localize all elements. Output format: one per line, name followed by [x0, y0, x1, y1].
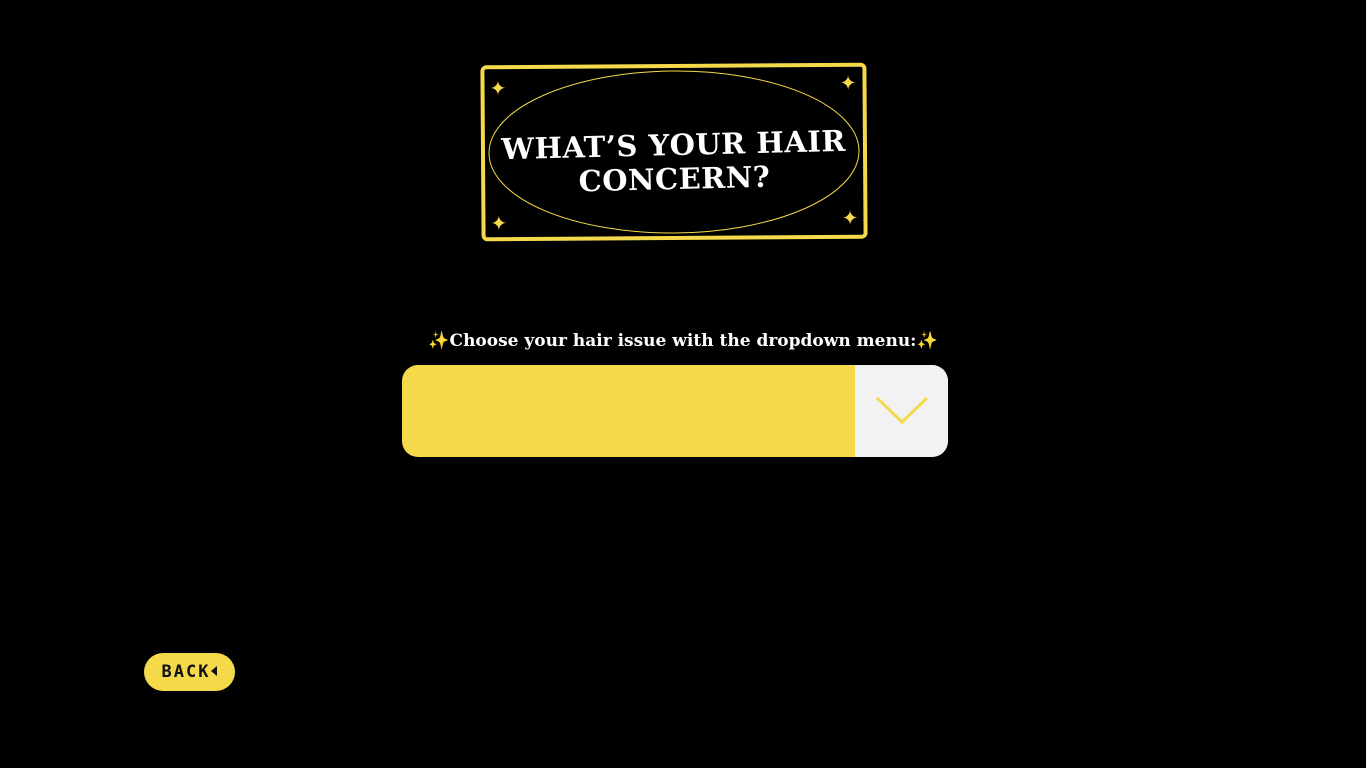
dropdown-toggle[interactable]: [855, 365, 948, 457]
chevron-down-icon: [875, 396, 928, 425]
hair-issue-dropdown[interactable]: [402, 365, 948, 457]
sparkles-icon: ✨: [428, 331, 450, 351]
sparkle-icon: ✦: [489, 76, 507, 101]
sparkle-icon: ✦: [841, 205, 859, 230]
dropdown-prompt: ✨Choose your hair issue with the dropdow…: [0, 329, 1366, 353]
dropdown-prompt-text: Choose your hair issue with the dropdown…: [449, 331, 917, 351]
sparkle-icon: ✦: [839, 70, 857, 95]
back-button[interactable]: BACK: [144, 653, 235, 691]
back-button-label: BACK: [161, 662, 211, 682]
title-frame: ✦ ✦ ✦ ✦ WHAT’S YOUR HAIR CONCERN?: [480, 62, 868, 242]
dropdown-selected-value[interactable]: [402, 365, 855, 457]
sparkle-icon: ✦: [490, 211, 508, 236]
page-title: WHAT’S YOUR HAIR CONCERN?: [484, 123, 864, 200]
caret-left-icon: [211, 665, 218, 676]
sparkles-icon: ✨: [916, 331, 938, 351]
